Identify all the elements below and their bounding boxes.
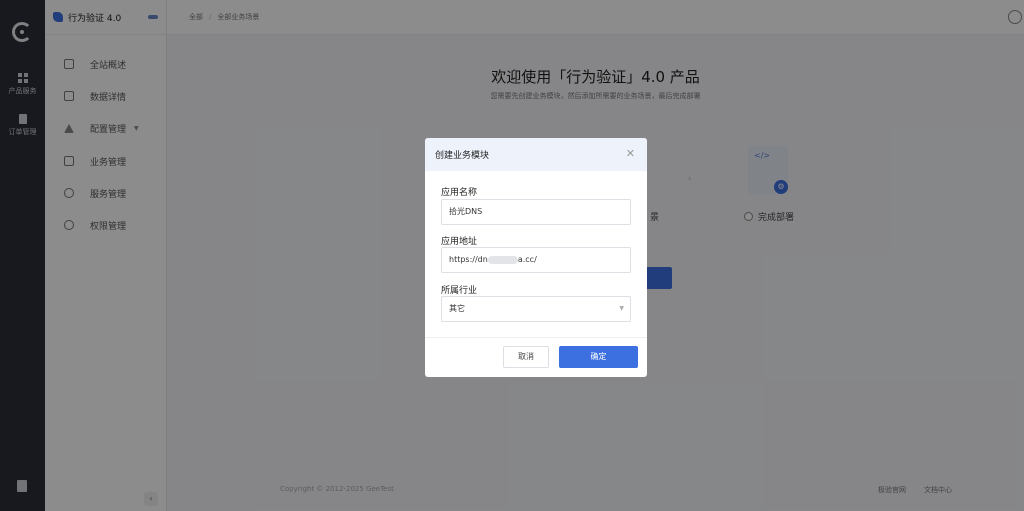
redacted-text [487, 255, 518, 264]
app-url-input[interactable]: https://dn a.cc/ [441, 247, 631, 273]
app-name-label: 应用名称 [441, 188, 478, 198]
confirm-button[interactable]: 确定 [559, 346, 638, 368]
app-name-input[interactable]: 拾光DNS [441, 199, 631, 225]
industry-select[interactable]: 其它 ▼ [441, 296, 631, 322]
chevron-down-icon: ▼ [619, 305, 624, 312]
industry-value: 其它 [449, 304, 465, 313]
app-name-value: 拾光DNS [449, 207, 483, 216]
app-url-label: 应用地址 [441, 237, 478, 247]
create-module-dialog: 创建业务模块 ✕ 应用名称 拾光DNS 应用地址 https://dn a.cc/… [425, 138, 647, 377]
industry-label: 所属行业 [441, 286, 478, 296]
cancel-button[interactable]: 取消 [503, 346, 549, 368]
dialog-header: 创建业务模块 ✕ [425, 138, 647, 171]
app-url-suffix: a.cc/ [517, 255, 537, 264]
app-url-prefix: https://dn [449, 255, 488, 264]
dialog-title: 创建业务模块 [435, 151, 490, 161]
dialog-footer: 取消 确定 [425, 337, 647, 377]
close-icon[interactable]: ✕ [626, 147, 635, 160]
